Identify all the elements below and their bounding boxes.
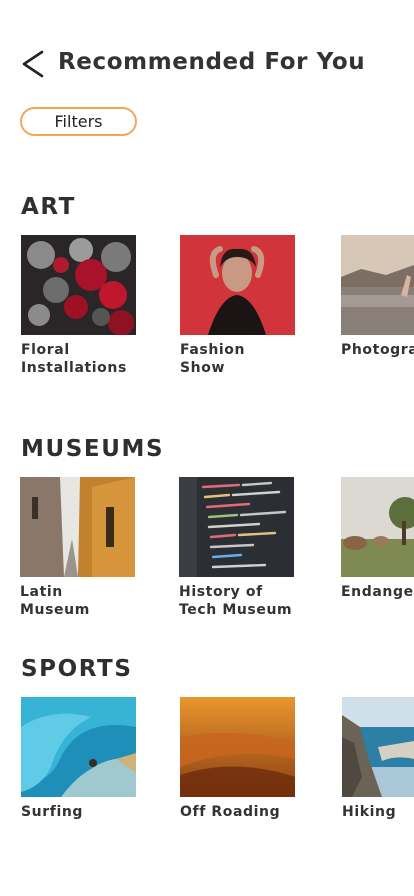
card-image-alley (20, 477, 135, 577)
card-label: Photogra (341, 342, 414, 358)
recommended-screen: Recommended For You Filters ART Floral I… (0, 0, 414, 896)
page-title: Recommended For You (58, 49, 366, 75)
card-label: Floral Installations (21, 342, 127, 376)
card-off-roading[interactable]: Off Roading (180, 697, 295, 821)
card-label: Fashion Show (180, 342, 246, 376)
card-label: Endanger (341, 584, 414, 600)
back-button[interactable] (18, 48, 50, 80)
card-image-lake (341, 235, 414, 335)
section-title: SPORTS (21, 656, 133, 682)
card-label: Surfing (21, 804, 84, 820)
card-image-dunes (180, 697, 295, 797)
card-fashion-show[interactable]: Fashion Show (180, 235, 295, 377)
card-surfing[interactable]: Surfing (21, 697, 136, 821)
card-image-flowers (21, 235, 136, 335)
card-image-model (180, 235, 295, 335)
card-history-of-tech-museum[interactable]: History of Tech Museum (179, 477, 294, 619)
chevron-left-icon (22, 50, 44, 78)
card-image-code (179, 477, 294, 577)
card-label: History of Tech Museum (179, 584, 293, 618)
card-image-field (341, 477, 414, 577)
header: Recommended For You (0, 44, 414, 84)
card-image-coast (342, 697, 414, 797)
card-label: Off Roading (180, 804, 281, 820)
card-photography[interactable]: Photogra (341, 235, 414, 359)
section-title: ART (21, 194, 76, 220)
card-hiking[interactable]: Hiking (342, 697, 414, 821)
section-title: MUSEUMS (21, 436, 165, 462)
card-endangered[interactable]: Endanger (341, 477, 414, 601)
card-floral-installations[interactable]: Floral Installations (21, 235, 136, 377)
card-image-wave (21, 697, 136, 797)
filters-button[interactable]: Filters (20, 107, 137, 136)
card-latin-museum[interactable]: Latin Museum (20, 477, 135, 619)
card-label: Hiking (342, 804, 397, 820)
card-label: Latin Museum (20, 584, 90, 618)
